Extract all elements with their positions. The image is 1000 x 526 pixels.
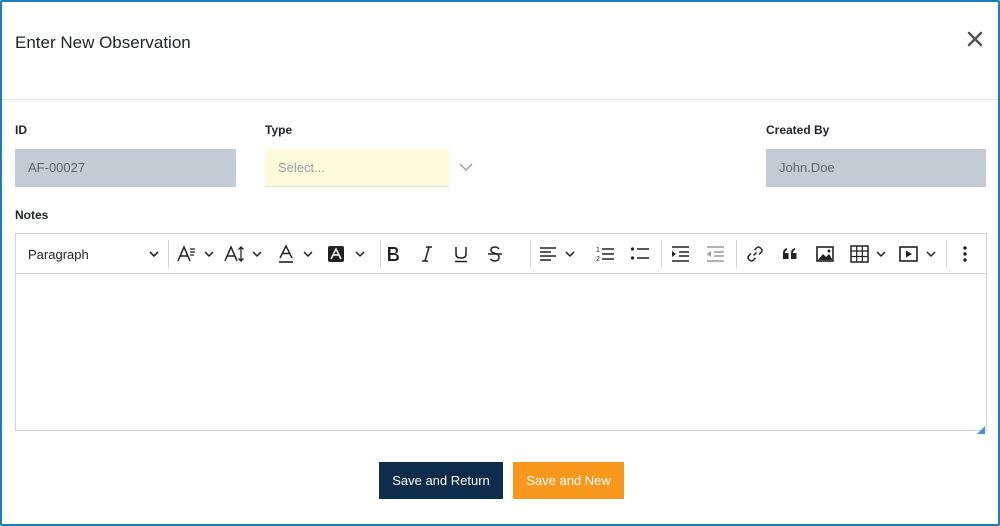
bold-icon [388, 247, 399, 261]
underline-icon [455, 247, 467, 263]
svg-text:2: 2 [596, 256, 600, 263]
align-left-icon [540, 247, 575, 261]
numbered-list-icon: 1 2 [596, 247, 614, 263]
underline-button[interactable] [450, 241, 472, 267]
font-size-icon [224, 245, 262, 262]
toolbar-divider [946, 240, 947, 268]
resize-handle-icon[interactable] [977, 421, 985, 434]
type-label: Type [265, 123, 293, 137]
observation-modal: Enter New Observation ID AF-00027 Type S… [0, 0, 1000, 526]
insert-media-dropdown[interactable] [898, 241, 942, 267]
font-size-dropdown[interactable] [223, 241, 267, 267]
outdent-icon [707, 246, 724, 262]
font-family-dropdown[interactable] [176, 241, 218, 267]
save-and-return-button[interactable]: Save and Return [379, 462, 503, 499]
italic-icon [422, 246, 432, 262]
background-color-icon [328, 246, 365, 262]
bullet-list-icon [630, 247, 649, 260]
created-by-field: John.Doe [766, 149, 986, 187]
svg-text:1: 1 [596, 247, 600, 254]
created-by-label: Created By [766, 123, 830, 137]
notes-editor: Paragraph 1 2 [15, 233, 987, 434]
insert-image-button[interactable] [814, 241, 836, 267]
background-color-dropdown[interactable] [326, 241, 372, 267]
numbered-list-button[interactable]: 1 2 [594, 241, 616, 267]
save-and-new-button[interactable]: Save and New [513, 462, 624, 499]
font-color-icon [279, 244, 313, 263]
link-button[interactable] [744, 241, 766, 267]
paragraph-style-dropdown[interactable]: Paragraph [28, 241, 160, 267]
bold-button[interactable] [382, 241, 404, 267]
blockquote-button[interactable] [779, 241, 801, 267]
strikethrough-button[interactable] [484, 241, 506, 267]
link-icon [747, 246, 763, 262]
toolbar-divider [380, 240, 381, 268]
text-align-dropdown[interactable] [538, 241, 582, 267]
chevron-down-icon [149, 251, 159, 258]
font-color-dropdown[interactable] [276, 241, 318, 267]
image-icon [816, 246, 834, 262]
id-field: AF-00027 [15, 149, 236, 187]
type-select[interactable]: Select... [265, 149, 449, 187]
toolbar-divider [168, 240, 169, 268]
editor-toolbar: Paragraph 1 2 [16, 234, 986, 274]
bullet-list-button[interactable] [629, 241, 651, 267]
notes-label: Notes [15, 208, 49, 222]
more-options-button[interactable] [955, 241, 975, 267]
indent-button[interactable] [669, 241, 691, 267]
more-vertical-icon [963, 246, 967, 262]
close-icon[interactable] [964, 28, 986, 50]
editor-content-area[interactable] [16, 275, 986, 430]
id-label: ID [15, 123, 27, 137]
indent-icon [672, 246, 689, 262]
font-family-icon [177, 245, 214, 262]
quote-icon [783, 248, 797, 259]
insert-table-dropdown[interactable] [849, 241, 891, 267]
italic-button[interactable] [416, 241, 438, 267]
chevron-down-icon[interactable] [458, 159, 474, 175]
media-icon [899, 246, 936, 262]
modal-header: Enter New Observation [2, 2, 998, 100]
paragraph-style-label: Paragraph [28, 246, 89, 262]
strikethrough-icon [488, 246, 502, 262]
table-icon [850, 245, 886, 263]
outdent-button[interactable] [704, 241, 726, 267]
toolbar-divider [530, 240, 531, 268]
modal-title: Enter New Observation [15, 33, 191, 52]
toolbar-divider [661, 240, 662, 268]
toolbar-divider [736, 240, 737, 268]
